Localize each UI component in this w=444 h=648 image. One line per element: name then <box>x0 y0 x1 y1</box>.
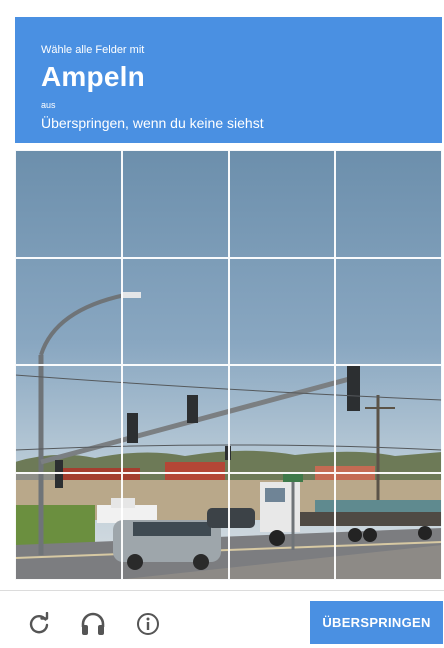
skip-hint: Überspringen, wenn du keine siehst <box>41 115 264 131</box>
image-tile[interactable] <box>228 257 336 365</box>
image-tile[interactable] <box>335 150 442 258</box>
image-tile[interactable] <box>228 472 336 580</box>
image-tile[interactable] <box>15 472 122 580</box>
tile-grid <box>15 150 442 580</box>
image-tile[interactable] <box>15 150 122 258</box>
image-tile[interactable] <box>335 257 442 365</box>
instruction-suffix: aus <box>41 100 56 110</box>
skip-button[interactable]: ÜBERSPRINGEN <box>310 601 443 644</box>
image-tile[interactable] <box>15 257 122 365</box>
image-tile[interactable] <box>335 365 442 473</box>
image-tile[interactable] <box>228 365 336 473</box>
image-tile[interactable] <box>121 257 229 365</box>
target-object-title: Ampeln <box>41 61 145 92</box>
captcha-header: Wähle alle Felder mit Ampeln aus Überspr… <box>15 17 442 143</box>
captcha-image-grid <box>15 150 442 580</box>
captcha-dialog: Wähle alle Felder mit Ampeln aus Überspr… <box>0 0 444 648</box>
footer-divider <box>0 590 444 591</box>
image-tile[interactable] <box>121 365 229 473</box>
image-tile[interactable] <box>121 472 229 580</box>
image-tile[interactable] <box>335 472 442 580</box>
image-tile[interactable] <box>228 150 336 258</box>
info-icon[interactable] <box>133 609 163 639</box>
image-tile[interactable] <box>121 150 229 258</box>
instruction-text: Wähle alle Felder mit <box>41 44 145 56</box>
headphones-icon[interactable] <box>78 609 108 639</box>
image-tile[interactable] <box>15 365 122 473</box>
reload-icon[interactable] <box>24 609 54 639</box>
